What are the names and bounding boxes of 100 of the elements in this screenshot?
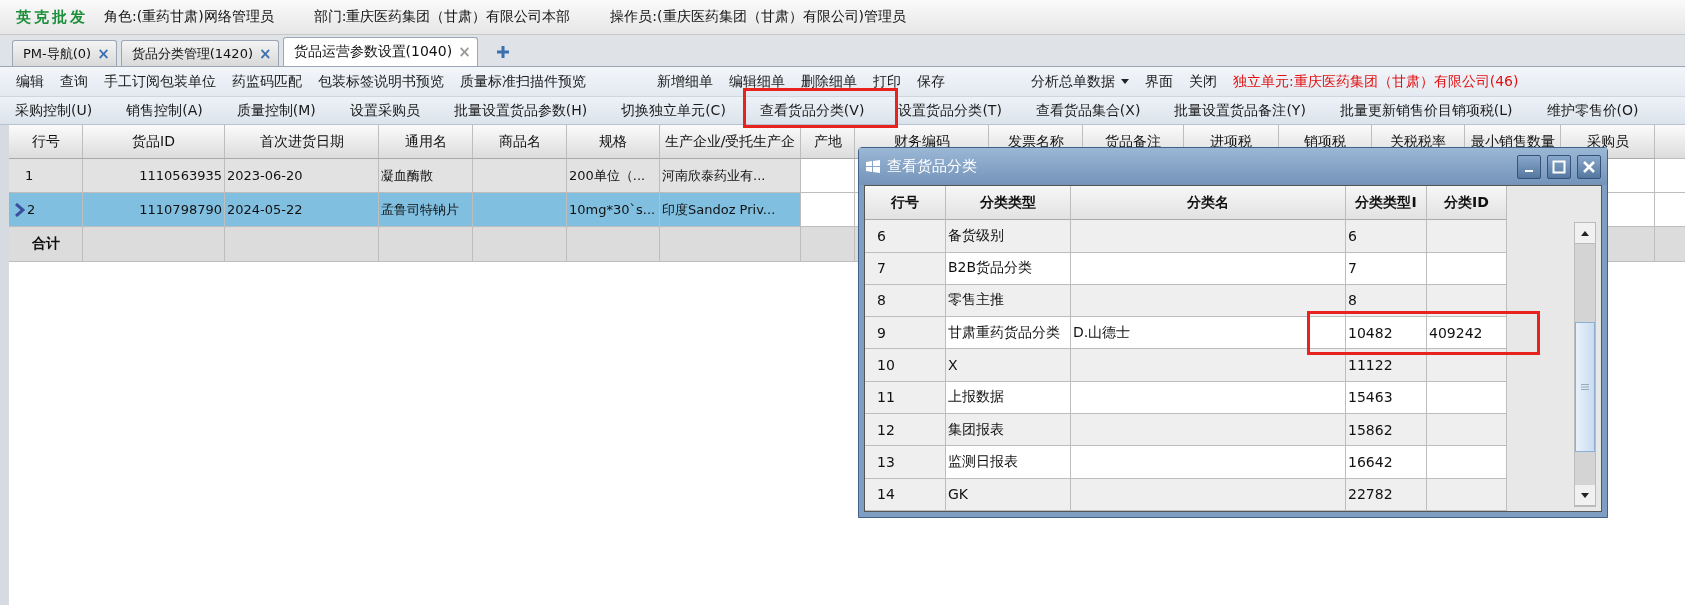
unit-notice[interactable]: 独立单元:重庆医药集团（甘肃）有限公司(46) xyxy=(1225,70,1527,93)
column-header[interactable]: 分类类型I xyxy=(1346,186,1427,221)
action-button[interactable]: 批量设置货品参数(H) xyxy=(450,99,591,122)
column-header[interactable]: 分类类型 xyxy=(946,186,1071,221)
action-button[interactable]: 查看货品分类(V) xyxy=(756,99,868,122)
toolbar-button[interactable]: 药监码匹配 xyxy=(224,70,310,93)
table-cell: 11122 xyxy=(1346,349,1427,382)
column-header[interactable]: 生产企业/受托生产企 xyxy=(660,125,801,159)
action-button[interactable]: 切换独立单元(C) xyxy=(618,99,729,122)
minimize-icon xyxy=(1525,169,1533,172)
row-number: 1 xyxy=(25,168,34,183)
scroll-down-icon[interactable] xyxy=(1581,492,1589,498)
row-number: 13 xyxy=(865,446,946,479)
total-label: 合计 xyxy=(9,227,83,262)
dialog-title: 查看货品分类 xyxy=(887,157,978,176)
row-number: 14 xyxy=(865,478,946,511)
column-header[interactable]: 通用名 xyxy=(379,125,473,159)
action-button[interactable]: 批量设置货品备注(Y) xyxy=(1171,99,1309,122)
table-cell: 监测日报表 xyxy=(946,446,1071,479)
action-button[interactable]: 质量控制(M) xyxy=(233,99,319,122)
table-cell: GK xyxy=(946,478,1071,511)
table-cell: X xyxy=(946,349,1071,382)
action-button[interactable]: 批量更新销售价目销项税(L) xyxy=(1336,99,1516,122)
table-cell: 零售主推 xyxy=(946,284,1071,318)
close-icon xyxy=(1582,159,1596,174)
table-cell: 409242 xyxy=(1427,317,1507,350)
table-cell: 上报数据 xyxy=(946,381,1071,415)
column-header[interactable]: 行号 xyxy=(9,125,83,159)
header-filler xyxy=(1655,125,1685,159)
toolbar-button[interactable]: 打印 xyxy=(865,70,909,93)
close-icon[interactable]: × xyxy=(259,44,272,63)
app-name: 英克批发 xyxy=(16,7,88,27)
table-cell: 孟鲁司特钠片 xyxy=(379,193,473,227)
toolbar-button[interactable]: 保存 xyxy=(909,70,953,93)
user-info: 角色:(重药甘肃)网络管理员 xyxy=(104,8,274,26)
close-button[interactable] xyxy=(1577,154,1601,179)
column-header[interactable]: 货品ID xyxy=(83,125,225,159)
column-header[interactable]: 分类ID xyxy=(1427,186,1507,221)
row-pointer-icon xyxy=(15,202,25,217)
toolbar-button[interactable]: 包装标签说明书预览 xyxy=(310,70,452,93)
table-cell: 6 xyxy=(1346,220,1427,253)
scroll-up-button[interactable] xyxy=(1575,223,1595,244)
close-icon[interactable]: × xyxy=(97,44,110,63)
toolbar-button[interactable]: 新增细单 xyxy=(649,70,721,93)
action-button[interactable]: 销售控制(A) xyxy=(123,99,206,122)
scrollbar[interactable] xyxy=(1574,222,1596,507)
row-number: 11 xyxy=(865,381,946,415)
tab[interactable]: 货品分类管理(1420) × xyxy=(120,40,279,66)
column-header[interactable]: 行号 xyxy=(865,186,946,221)
column-header[interactable]: 分类名 xyxy=(1071,186,1346,221)
toolbar-button[interactable]: 界面 xyxy=(1137,70,1181,93)
tab[interactable]: 货品运营参数设置(1040) × xyxy=(282,37,478,66)
toolbar-button[interactable]: 删除细单 xyxy=(793,70,865,93)
minimize-button[interactable] xyxy=(1517,154,1541,179)
table-cell: 15862 xyxy=(1346,414,1427,447)
action-button[interactable]: 设置采购员 xyxy=(346,99,423,122)
row-number: 8 xyxy=(865,284,946,318)
tab-label: PM-导航(0) xyxy=(23,44,92,63)
table-cell: 15463 xyxy=(1346,381,1427,415)
grip-icon xyxy=(1581,384,1589,390)
toolbar-button[interactable]: 编辑 xyxy=(8,70,52,93)
toolbar-button[interactable]: 质量标准扫描件预览 xyxy=(452,70,594,93)
caret-icon xyxy=(1121,79,1129,84)
window-logo-icon xyxy=(865,158,881,175)
toolbar-button[interactable]: 关闭 xyxy=(1181,70,1225,93)
toolbar-button[interactable]: 查询 xyxy=(52,70,96,93)
column-header[interactable]: 规格 xyxy=(567,125,660,159)
scroll-up-icon[interactable] xyxy=(1581,230,1589,236)
table-cell: 2024-05-22 xyxy=(225,193,379,227)
scroll-down-button[interactable] xyxy=(1575,485,1595,506)
dropdown-button[interactable]: 分析总单数据 xyxy=(1023,70,1137,93)
user-info: 操作员:(重庆医药集团（甘肃）有限公司)管理员 xyxy=(610,8,906,26)
add-tab-icon[interactable] xyxy=(495,45,510,59)
table-cell: 200单位（... xyxy=(567,159,660,193)
table-cell: 2023-06-20 xyxy=(225,159,379,193)
user-info: 部门:重庆医药集团（甘肃）有限公司本部 xyxy=(313,8,571,26)
table-cell: 集团报表 xyxy=(946,414,1071,447)
row-number: 7 xyxy=(865,252,946,285)
table-cell: 7 xyxy=(1346,252,1427,285)
table-cell: 备货级别 xyxy=(946,220,1071,253)
action-button[interactable]: 维护零售价(O) xyxy=(1543,99,1642,122)
row-number: 2 xyxy=(27,202,36,217)
toolbar-button[interactable]: 手工订阅包装单位 xyxy=(96,70,224,93)
column-header[interactable]: 商品名 xyxy=(473,125,567,159)
table-cell: B2B货品分类 xyxy=(946,252,1071,285)
tab-label: 货品运营参数设置(1040) xyxy=(293,43,453,61)
table-cell: 22782 xyxy=(1346,478,1427,511)
action-button[interactable]: 设置货品分类(T) xyxy=(895,99,1005,122)
column-header[interactable]: 首次进货日期 xyxy=(225,125,379,159)
action-button[interactable]: 查看货品集合(X) xyxy=(1032,99,1144,122)
action-button[interactable]: 采购控制(U) xyxy=(12,99,96,122)
scroll-thumb[interactable] xyxy=(1575,322,1595,452)
maximize-button[interactable] xyxy=(1547,154,1571,179)
toolbar-button[interactable]: 编辑细单 xyxy=(721,70,793,93)
table-cell: 16642 xyxy=(1346,446,1427,479)
row-number: 6 xyxy=(865,220,946,253)
row-number: 9 xyxy=(865,317,946,350)
table-cell: 河南欣泰药业有... xyxy=(660,159,801,193)
tab[interactable]: PM-导航(0) × xyxy=(12,40,117,66)
table-cell: 甘肃重药货品分类 xyxy=(946,317,1071,350)
